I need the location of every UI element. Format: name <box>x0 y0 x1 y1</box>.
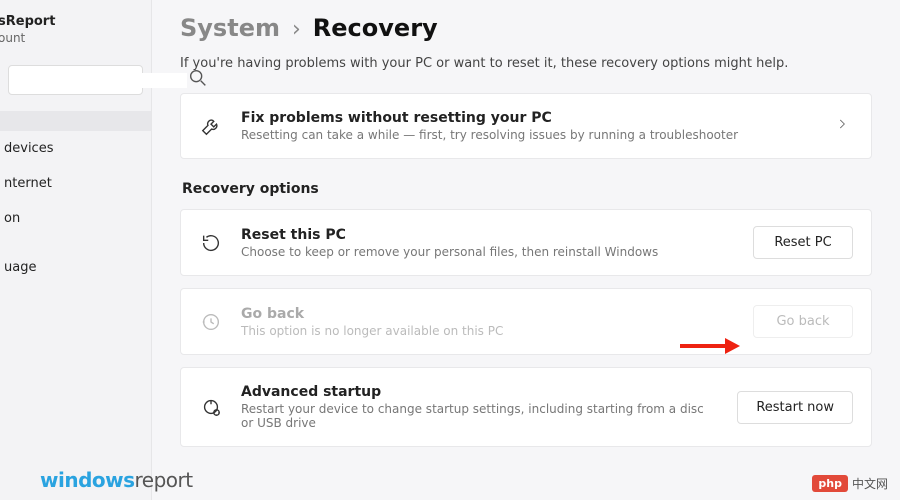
profile-subtitle: ount <box>0 31 141 45</box>
fix-problems-title: Fix problems without resetting your PC <box>241 110 813 126</box>
restart-now-button[interactable]: Restart now <box>737 391 853 424</box>
profile-name: sReport <box>0 14 141 29</box>
watermark-right: php 中文网 <box>812 475 888 492</box>
breadcrumb-parent[interactable]: System <box>180 14 280 42</box>
advanced-startup-card: Advanced startup Restart your device to … <box>180 367 872 447</box>
chevron-right-icon <box>831 117 853 135</box>
page-title: Recovery <box>313 14 438 42</box>
sidebar: sReport ount devices nternet on uage <box>0 0 152 500</box>
sidebar-item-devices[interactable]: devices <box>0 131 151 166</box>
sidebar-item-personalization[interactable]: on <box>0 201 151 236</box>
recovery-options-header: Recovery options <box>182 181 872 197</box>
advanced-startup-title: Advanced startup <box>241 384 719 400</box>
fix-problems-sub: Resetting can take a while — first, try … <box>241 128 813 142</box>
sidebar-item-language[interactable]: uage <box>0 250 151 285</box>
php-badge: php <box>812 475 848 492</box>
advanced-startup-sub: Restart your device to change startup se… <box>241 402 719 430</box>
sidebar-nav: devices nternet on uage <box>0 111 151 285</box>
profile-block: sReport ount <box>0 8 151 57</box>
main-content: System › Recovery If you're having probl… <box>152 0 900 500</box>
search-input[interactable] <box>17 73 187 88</box>
history-icon <box>199 310 223 334</box>
breadcrumb-separator: › <box>292 17 301 42</box>
go-back-card: Go back This option is no longer availab… <box>180 288 872 355</box>
intro-text: If you're having problems with your PC o… <box>180 56 872 71</box>
gear-power-icon <box>199 395 223 419</box>
sidebar-item-system[interactable] <box>0 111 151 131</box>
sidebar-item-network[interactable]: nternet <box>0 166 151 201</box>
search-input-wrap[interactable] <box>8 65 143 95</box>
search-icon <box>187 67 209 93</box>
reset-pc-card: Reset this PC Choose to keep or remove y… <box>180 209 872 276</box>
breadcrumb: System › Recovery <box>180 14 872 42</box>
reset-pc-sub: Choose to keep or remove your personal f… <box>241 245 735 259</box>
wrench-icon <box>199 114 223 138</box>
fix-problems-card[interactable]: Fix problems without resetting your PC R… <box>180 93 872 159</box>
watermark-left: windowsreport <box>40 468 193 492</box>
go-back-title: Go back <box>241 306 735 322</box>
go-back-sub: This option is no longer available on th… <box>241 324 735 338</box>
reset-pc-button[interactable]: Reset PC <box>753 226 853 259</box>
reset-icon <box>199 231 223 255</box>
go-back-button: Go back <box>753 305 853 338</box>
reset-pc-title: Reset this PC <box>241 227 735 243</box>
